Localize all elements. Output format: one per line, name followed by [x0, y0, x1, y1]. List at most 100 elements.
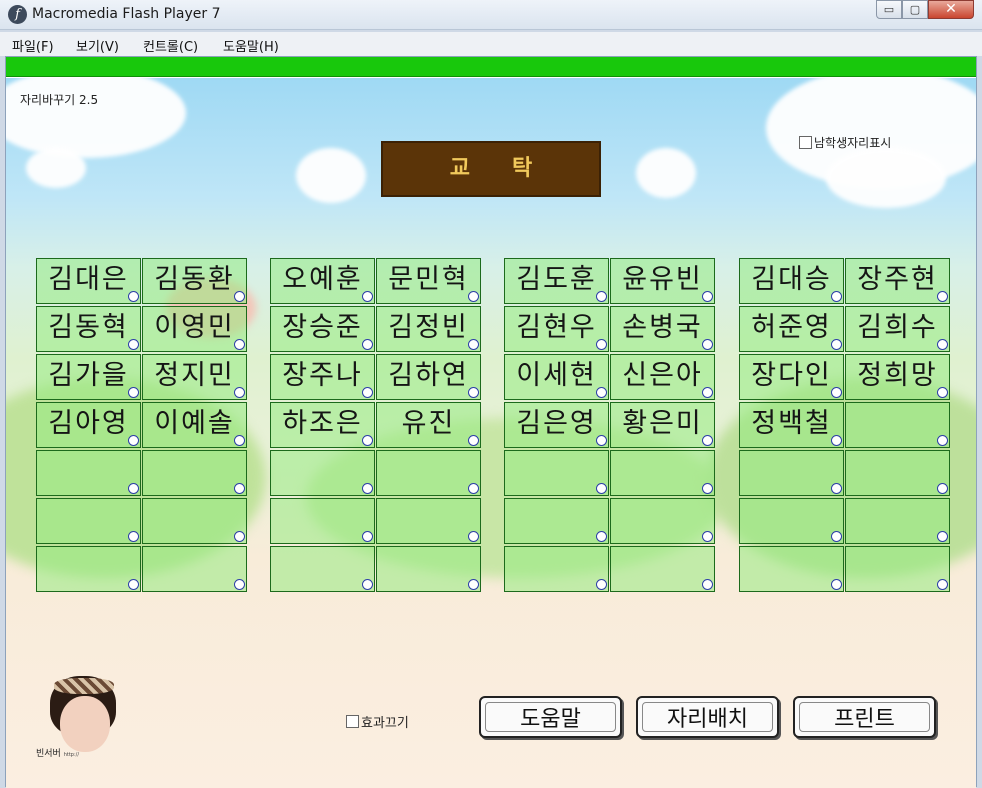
seat-gender-toggle[interactable] — [468, 531, 479, 542]
close-button[interactable]: ✕ — [928, 0, 974, 19]
seat-cell[interactable] — [376, 546, 481, 592]
seat-cell[interactable] — [270, 450, 375, 496]
seat-cell[interactable]: 윤유빈 — [610, 258, 715, 304]
seat-cell[interactable] — [845, 498, 950, 544]
seat-gender-toggle[interactable] — [468, 387, 479, 398]
minimize-button[interactable]: ▭ — [876, 0, 902, 19]
seat-gender-toggle[interactable] — [596, 531, 607, 542]
seat-cell[interactable]: 김가을 — [36, 354, 141, 400]
seat-cell[interactable] — [610, 546, 715, 592]
menu-file[interactable]: 파일(F) — [12, 36, 54, 55]
seat-cell[interactable] — [610, 450, 715, 496]
seat-cell[interactable]: 김대은 — [36, 258, 141, 304]
seat-gender-toggle[interactable] — [831, 339, 842, 350]
seat-cell[interactable]: 김동혁 — [36, 306, 141, 352]
seat-gender-toggle[interactable] — [128, 531, 139, 542]
seat-cell[interactable] — [504, 450, 609, 496]
seat-gender-toggle[interactable] — [234, 579, 245, 590]
seat-gender-toggle[interactable] — [937, 435, 948, 446]
seat-gender-toggle[interactable] — [937, 531, 948, 542]
seat-cell[interactable]: 김하연 — [376, 354, 481, 400]
seat-gender-toggle[interactable] — [702, 483, 713, 494]
seat-cell[interactable] — [739, 450, 844, 496]
seat-gender-toggle[interactable] — [831, 291, 842, 302]
seat-gender-toggle[interactable] — [362, 435, 373, 446]
seat-gender-toggle[interactable] — [596, 483, 607, 494]
seat-cell[interactable] — [270, 498, 375, 544]
seat-cell[interactable] — [36, 450, 141, 496]
seat-gender-toggle[interactable] — [468, 483, 479, 494]
seat-gender-toggle[interactable] — [937, 339, 948, 350]
menu-view[interactable]: 보기(V) — [76, 36, 119, 55]
seat-cell[interactable] — [142, 498, 247, 544]
menu-control[interactable]: 컨트롤(C) — [143, 36, 198, 55]
seat-gender-toggle[interactable] — [234, 339, 245, 350]
seat-cell[interactable]: 허준영 — [739, 306, 844, 352]
seat-gender-toggle[interactable] — [234, 291, 245, 302]
seat-gender-toggle[interactable] — [831, 387, 842, 398]
seat-cell[interactable]: 장다인 — [739, 354, 844, 400]
seat-cell[interactable] — [739, 546, 844, 592]
checkbox-box[interactable] — [799, 136, 812, 149]
seat-gender-toggle[interactable] — [128, 435, 139, 446]
seat-gender-toggle[interactable] — [234, 387, 245, 398]
seat-gender-toggle[interactable] — [702, 339, 713, 350]
seat-gender-toggle[interactable] — [362, 387, 373, 398]
seat-cell[interactable]: 장주현 — [845, 258, 950, 304]
seat-cell[interactable] — [142, 450, 247, 496]
seat-cell[interactable]: 김아영 — [36, 402, 141, 448]
seat-gender-toggle[interactable] — [831, 531, 842, 542]
arrange-seats-button[interactable]: 자리배치 — [636, 696, 779, 738]
seat-gender-toggle[interactable] — [831, 579, 842, 590]
maximize-button[interactable]: ▢ — [902, 0, 928, 19]
boy-seat-checkbox[interactable]: 남학생자리표시 — [799, 134, 891, 151]
seat-cell[interactable]: 김희수 — [845, 306, 950, 352]
seat-cell[interactable]: 김은영 — [504, 402, 609, 448]
seat-gender-toggle[interactable] — [234, 483, 245, 494]
seat-gender-toggle[interactable] — [596, 339, 607, 350]
seat-gender-toggle[interactable] — [128, 387, 139, 398]
seat-cell[interactable]: 장주나 — [270, 354, 375, 400]
seat-gender-toggle[interactable] — [596, 291, 607, 302]
print-button[interactable]: 프린트 — [793, 696, 936, 738]
seat-cell[interactable]: 이영민 — [142, 306, 247, 352]
seat-cell[interactable] — [142, 546, 247, 592]
seat-gender-toggle[interactable] — [702, 291, 713, 302]
seat-cell[interactable] — [739, 498, 844, 544]
seat-gender-toggle[interactable] — [362, 531, 373, 542]
seat-cell[interactable]: 황은미 — [610, 402, 715, 448]
seat-gender-toggle[interactable] — [937, 387, 948, 398]
seat-gender-toggle[interactable] — [596, 579, 607, 590]
seat-cell[interactable]: 신은아 — [610, 354, 715, 400]
seat-gender-toggle[interactable] — [234, 435, 245, 446]
seat-gender-toggle[interactable] — [468, 291, 479, 302]
seat-cell[interactable]: 오예훈 — [270, 258, 375, 304]
menu-help[interactable]: 도움말(H) — [223, 36, 279, 55]
seat-cell[interactable] — [376, 450, 481, 496]
seat-cell[interactable]: 문민혁 — [376, 258, 481, 304]
seat-cell[interactable]: 장승준 — [270, 306, 375, 352]
seat-cell[interactable] — [845, 546, 950, 592]
seat-gender-toggle[interactable] — [596, 387, 607, 398]
seat-gender-toggle[interactable] — [128, 291, 139, 302]
seat-cell[interactable] — [504, 546, 609, 592]
seat-gender-toggle[interactable] — [702, 531, 713, 542]
seat-cell[interactable] — [36, 498, 141, 544]
seat-gender-toggle[interactable] — [128, 483, 139, 494]
seat-gender-toggle[interactable] — [468, 339, 479, 350]
seat-gender-toggle[interactable] — [937, 291, 948, 302]
seat-cell[interactable]: 이세현 — [504, 354, 609, 400]
seat-cell[interactable]: 김대승 — [739, 258, 844, 304]
seat-gender-toggle[interactable] — [362, 291, 373, 302]
seat-gender-toggle[interactable] — [702, 435, 713, 446]
seat-cell[interactable]: 정백철 — [739, 402, 844, 448]
seat-gender-toggle[interactable] — [128, 579, 139, 590]
seat-gender-toggle[interactable] — [596, 435, 607, 446]
seat-gender-toggle[interactable] — [234, 531, 245, 542]
seat-gender-toggle[interactable] — [468, 435, 479, 446]
seat-cell[interactable]: 하조은 — [270, 402, 375, 448]
seat-cell[interactable] — [610, 498, 715, 544]
seat-gender-toggle[interactable] — [937, 579, 948, 590]
seat-gender-toggle[interactable] — [831, 483, 842, 494]
seat-cell[interactable] — [376, 498, 481, 544]
